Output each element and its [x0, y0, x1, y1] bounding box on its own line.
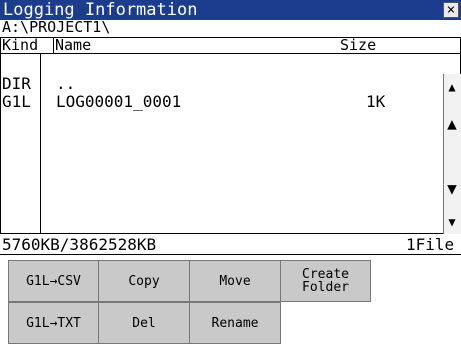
- header-column-divider: [53, 37, 54, 54]
- window-title: Logging Information: [3, 0, 198, 20]
- row-kind[interactable]: G1L: [2, 93, 31, 111]
- rename-button[interactable]: Rename: [189, 302, 281, 344]
- scroll-up-button[interactable]: ▲: [445, 115, 459, 133]
- vertical-scrollbar[interactable]: [443, 74, 461, 234]
- column-header-size[interactable]: Size: [340, 37, 376, 53]
- page-up-button[interactable]: ▲: [445, 80, 459, 94]
- scroll-down-button[interactable]: ▼: [445, 180, 459, 198]
- close-icon: ×: [446, 2, 456, 18]
- move-button[interactable]: Move: [189, 260, 281, 302]
- page-down-button[interactable]: ▼: [445, 215, 459, 229]
- column-divider: [40, 54, 41, 234]
- close-button[interactable]: ×: [443, 2, 459, 18]
- column-header-name[interactable]: Name: [55, 37, 91, 53]
- status-divider: [0, 254, 461, 255]
- row-kind[interactable]: DIR: [2, 75, 31, 93]
- row-size: 1K: [366, 92, 386, 111]
- delete-button[interactable]: Del: [98, 302, 190, 344]
- current-path: A:\PROJECT1\: [2, 18, 111, 36]
- row-name[interactable]: LOG00001_0001: [56, 93, 181, 111]
- column-header-kind[interactable]: Kind: [2, 37, 38, 53]
- scroll-up-icon: ▲: [447, 114, 457, 133]
- g1l-to-txt-button[interactable]: G1L→TXT: [8, 302, 99, 344]
- file-count: 1File: [406, 235, 455, 254]
- scroll-down-icon: ▼: [447, 179, 457, 198]
- row-name[interactable]: ..: [56, 75, 75, 93]
- copy-button[interactable]: Copy: [98, 260, 190, 302]
- g1l-to-csv-button[interactable]: G1L→CSV: [8, 260, 99, 302]
- create-folder-button[interactable]: Create Folder: [280, 260, 371, 302]
- page-up-icon: ▲: [448, 80, 456, 94]
- capacity-status: 5760KB/3862528KB: [2, 235, 157, 254]
- page-down-icon: ▼: [448, 215, 456, 229]
- file-list: [0, 37, 461, 234]
